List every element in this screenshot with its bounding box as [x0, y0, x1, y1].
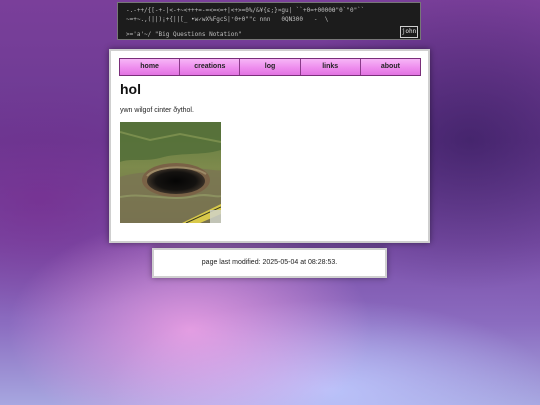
ascii-banner: -.-++/{[-+-|<-+~<+++=-=<=<=+|<+>=0%/&¥{ɛ… [117, 2, 421, 40]
nav-bar: home creations log links about [119, 58, 421, 76]
nav-about[interactable]: about [360, 59, 421, 75]
nav-log[interactable]: log [240, 59, 301, 75]
footer-card: page last modified: 2025-05-04 at 08:28:… [154, 250, 385, 276]
nav-creations[interactable]: creations [180, 59, 241, 75]
nav-home[interactable]: home [120, 59, 181, 75]
hole-photo-image [120, 122, 221, 223]
banner-line-2-right: 0QN300 - \ [281, 16, 329, 23]
banner-name-tag[interactable]: john [400, 26, 418, 38]
last-modified-text: page last modified: 2025-05-04 at 08:28:… [201, 259, 338, 266]
page-title: hol [120, 81, 141, 97]
page-description: ywn wilgof cinter ðythol. [120, 107, 194, 114]
banner-line-3: >='a'~/ "Big Questions Notation" [126, 31, 242, 38]
banner-line-2: ~=+~.,(||)¡+{||[_ •w✓wX%FgcS|⁺0+0""c nnn… [126, 15, 328, 25]
content-card: home creations log links about hol ywn w… [111, 51, 428, 241]
banner-line-2-left: ~=+~.,(||)¡+{||[_ •w✓wX%FgcS|⁺0+0""c nnn [126, 16, 271, 23]
nav-links[interactable]: links [300, 59, 361, 75]
hole-photo [120, 122, 221, 223]
